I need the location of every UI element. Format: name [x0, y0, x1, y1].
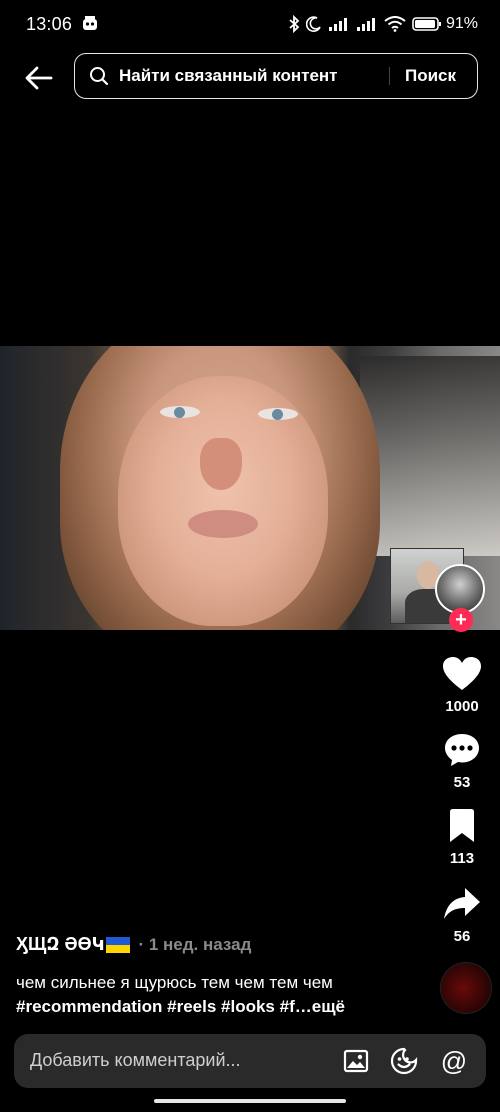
emoji-icon[interactable]	[390, 1047, 418, 1075]
home-indicator[interactable]	[154, 1099, 346, 1103]
video-subject-eye	[160, 406, 200, 418]
author-name[interactable]: ӼЩԶ ƏӨԿ	[16, 934, 104, 955]
video-subject-lips	[188, 510, 258, 538]
battery-percent: 91%	[446, 15, 478, 33]
comment-icon	[428, 730, 496, 770]
avatar[interactable]	[435, 564, 485, 614]
battery: 91%	[412, 15, 478, 33]
battery-percent-value: 91	[445, 15, 464, 32]
back-button[interactable]	[22, 61, 56, 95]
post-caption: ӼЩԶ ƏӨԿ · 1 нед. назад чем сильнее я щур…	[16, 934, 426, 1019]
signal-icon	[328, 16, 350, 32]
bluetooth-icon	[288, 15, 300, 33]
notification-app-icon	[80, 14, 100, 34]
battery-icon	[412, 17, 441, 31]
like-count: 1000	[445, 698, 479, 715]
heart-icon	[428, 654, 496, 694]
search-query[interactable]: Найти связанный контент	[119, 66, 338, 86]
video-background	[360, 356, 500, 556]
search-icon	[89, 65, 111, 87]
battery-percent-sign: %	[463, 15, 478, 32]
search-button[interactable]: Поиск	[405, 66, 456, 86]
moon-icon	[305, 16, 322, 32]
video-player[interactable]	[0, 346, 500, 630]
caption-hashtags[interactable]: #recommendation #reels #looks #f…	[16, 997, 312, 1016]
save-count: 113	[449, 850, 475, 867]
status-time: 13:06	[26, 14, 73, 34]
bookmark-icon	[428, 806, 496, 846]
more-button[interactable]: ещё	[312, 997, 345, 1016]
video-subject-nose	[200, 438, 242, 490]
signal-icon	[356, 16, 378, 32]
follow-button[interactable]: +	[449, 608, 473, 632]
post-time: · 1 нед. назад	[138, 934, 252, 954]
status-icons: 91%	[288, 13, 478, 35]
back-arrow-icon	[25, 66, 53, 90]
author-avatar-wrap[interactable]: +	[435, 564, 489, 632]
caption-text: чем сильнее я щурюсь тем чем тем чем	[16, 973, 333, 992]
share-button[interactable]: 56	[428, 884, 496, 945]
comment-input[interactable]: Добавить комментарий...	[30, 1050, 241, 1071]
status-bar: 13:06 91%	[0, 0, 500, 50]
caption-text-block[interactable]: чем сильнее я щурюсь тем чем тем чем #re…	[16, 971, 426, 1019]
ukraine-flag-icon	[106, 936, 131, 953]
comment-bar[interactable]: Добавить комментарий... @	[14, 1034, 486, 1088]
comment-button[interactable]: 53	[428, 730, 496, 791]
author-line: ӼЩԶ ƏӨԿ · 1 нед. назад	[16, 934, 426, 955]
comment-count: 53	[453, 774, 471, 791]
image-icon[interactable]	[342, 1047, 370, 1075]
search-divider	[389, 67, 390, 85]
music-disc-icon[interactable]	[440, 962, 492, 1014]
wifi-icon	[384, 16, 406, 32]
mention-icon[interactable]: @	[440, 1047, 468, 1075]
search-header: Найти связанный контент Поиск	[0, 52, 500, 102]
search-field[interactable]: Найти связанный контент Поиск	[74, 53, 478, 99]
share-icon	[428, 884, 496, 924]
share-count: 56	[453, 928, 471, 945]
video-subject-eye	[258, 408, 298, 420]
save-button[interactable]: 113	[428, 806, 496, 867]
like-button[interactable]: 1000	[428, 654, 496, 715]
